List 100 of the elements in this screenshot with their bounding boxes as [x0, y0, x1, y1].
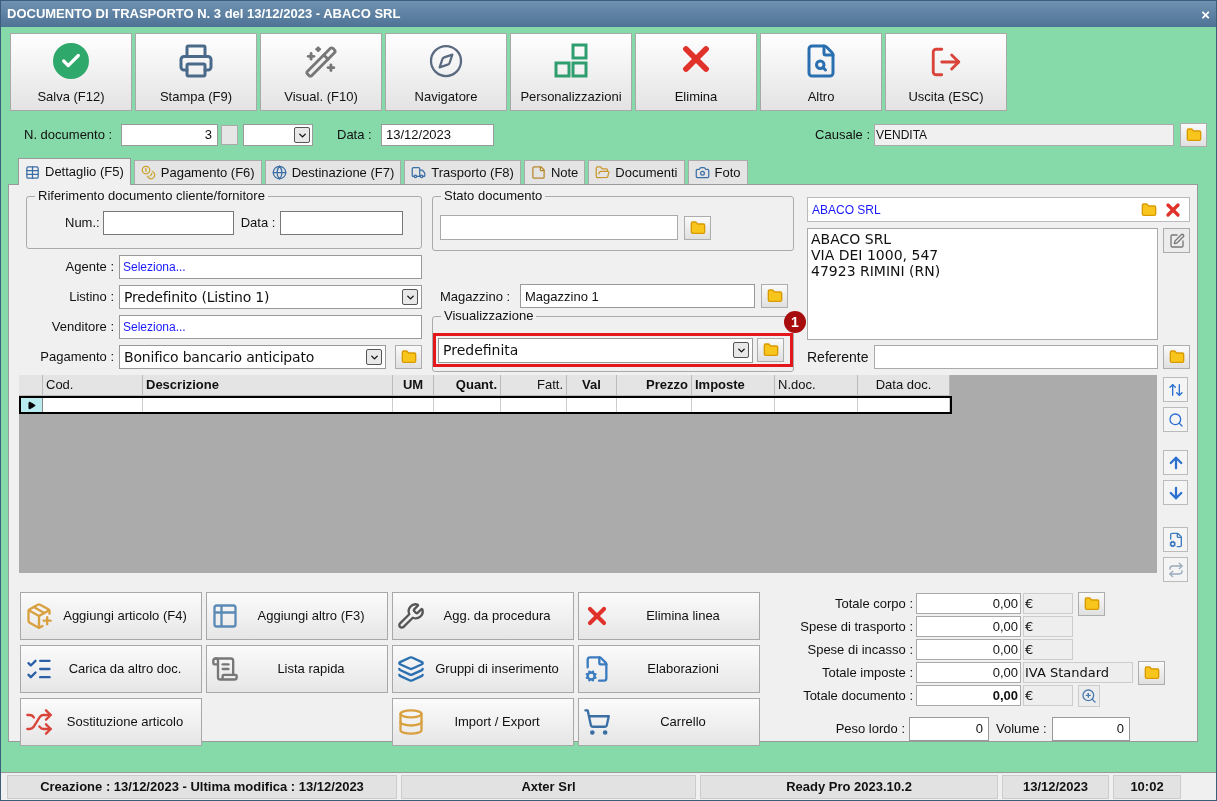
column-header[interactable]: Descrizione — [143, 375, 393, 396]
tab[interactable]: Foto — [687, 160, 748, 184]
status-bar-section: 10:02 — [1113, 774, 1181, 799]
grid-tool-button[interactable] — [1163, 527, 1188, 552]
customer-field[interactable]: ABACO SRL — [807, 197, 1190, 222]
edit-button[interactable] — [1163, 228, 1190, 253]
selection-field[interactable]: Seleziona... — [119, 315, 422, 339]
tab[interactable]: Note — [523, 160, 586, 184]
column-header[interactable]: Prezzo — [617, 375, 692, 396]
selection-field[interactable]: Seleziona... — [119, 255, 422, 279]
folder-button[interactable] — [395, 345, 422, 369]
layers-icon — [397, 655, 425, 683]
field-label: Data : — [240, 213, 276, 232]
status-bar-section: Ready Pro 2023.10.2 — [700, 774, 998, 799]
compass-icon — [428, 42, 464, 79]
zoom-button[interactable] — [1078, 684, 1100, 707]
tab[interactable]: Destinazione (F7) — [264, 160, 402, 184]
total-label: Totale corpo : — [833, 594, 914, 613]
series-dropdown[interactable] — [243, 124, 313, 146]
reference-date-field[interactable] — [280, 210, 404, 235]
repeat-icon — [1167, 561, 1184, 578]
total-field[interactable]: 0,00 — [916, 639, 1021, 660]
unit-field: € — [1023, 616, 1073, 637]
folder-button[interactable] — [761, 284, 788, 309]
warehouse-field[interactable]: Magazzino 1 — [520, 284, 755, 309]
table-icon — [211, 602, 239, 630]
total-label: Totale documento : — [802, 686, 914, 705]
action-button[interactable]: Carrello — [578, 698, 760, 746]
close-button[interactable]: × — [1201, 6, 1210, 22]
causale-field[interactable]: VENDITA — [874, 124, 1174, 146]
tab[interactable]: Pagamento (F6) — [133, 160, 262, 184]
folder-button[interactable] — [1138, 660, 1165, 685]
grid-tool-button[interactable] — [1163, 480, 1188, 505]
column-header[interactable]: Val — [567, 375, 617, 396]
action-button[interactable]: Lista rapida — [206, 645, 388, 693]
folder-icon — [766, 288, 783, 305]
wand-icon — [304, 44, 338, 79]
total-field[interactable]: 0,00 — [916, 662, 1021, 683]
dropdown-field[interactable]: Predefinita — [438, 337, 753, 363]
address-field[interactable]: ABACO SRL VIA DEI 1000, 547 47923 RIMINI (RN) — [807, 228, 1158, 340]
grid-tool-button[interactable] — [1163, 557, 1188, 582]
wrench-icon — [397, 602, 425, 630]
callout-number: 1 — [784, 311, 806, 333]
dropdown-field[interactable]: Bonifico bancario anticipato — [119, 345, 386, 369]
action-button[interactable]: Elimina linea — [578, 592, 760, 640]
total-field[interactable]: 0,00 — [916, 616, 1021, 637]
action-button[interactable]: Sostituzione articolo — [20, 698, 202, 746]
row-header-corner — [19, 375, 43, 396]
action-button[interactable]: Elaborazioni — [578, 645, 760, 693]
folder-button[interactable] — [1180, 123, 1207, 147]
unit-field: € — [1023, 593, 1073, 614]
folder-button[interactable] — [1078, 591, 1105, 616]
total-field[interactable]: 0,00 — [916, 593, 1021, 614]
column-header[interactable]: Data doc. — [858, 375, 950, 396]
toolbar-button[interactable]: Personalizzazioni — [510, 33, 632, 111]
toolbar-button[interactable]: Elimina — [635, 33, 757, 111]
reference-number-field[interactable] — [102, 210, 234, 235]
tab[interactable]: Dettaglio (F5) — [18, 158, 131, 185]
date-field[interactable]: 13/12/2023 — [381, 124, 494, 146]
truck-icon — [411, 165, 427, 180]
total-label: Spese di incasso : — [806, 640, 914, 659]
toolbar-button[interactable]: Stampa (F9) — [135, 33, 257, 111]
total-field[interactable]: 0,00 — [916, 685, 1021, 706]
folder-icon — [1143, 664, 1160, 681]
column-header[interactable]: Cod. — [43, 375, 143, 396]
field-label: Causale : — [815, 126, 870, 145]
folder-button[interactable] — [757, 338, 784, 362]
toolbar-button[interactable]: Salva (F12) — [10, 33, 132, 111]
dropdown-field[interactable]: Predefinito (Listino 1) — [119, 285, 422, 309]
column-header[interactable]: Imposte — [692, 375, 775, 396]
grid-tool-button[interactable] — [1163, 407, 1188, 432]
grid-row[interactable] — [19, 396, 952, 414]
spin-button[interactable] — [221, 125, 238, 145]
status-field[interactable] — [440, 215, 678, 241]
toolbar-button[interactable]: Altro — [760, 33, 882, 111]
folder-button[interactable] — [1163, 345, 1190, 369]
action-button[interactable]: Carica da altro doc. — [20, 645, 202, 693]
volume-field[interactable]: 0 — [1052, 717, 1130, 741]
toolbar-button[interactable]: Navigatore — [385, 33, 507, 111]
grid-tool-button[interactable] — [1163, 377, 1188, 402]
column-header[interactable]: Fatt. — [501, 375, 567, 396]
document-number-field[interactable]: 3 — [121, 124, 218, 146]
tab[interactable]: Documenti — [588, 160, 685, 184]
toolbar-button[interactable]: Visual. (F10) — [260, 33, 382, 111]
database-icon — [397, 708, 425, 736]
contact-field[interactable] — [874, 345, 1158, 369]
column-header[interactable]: Quant. — [434, 375, 501, 396]
column-header[interactable]: N.doc. — [775, 375, 858, 396]
toolbar-button[interactable]: Uscita (ESC) — [885, 33, 1007, 111]
action-button[interactable]: Aggiungi articolo (F4) — [20, 592, 202, 640]
column-header[interactable]: UM — [393, 375, 434, 396]
folder-button[interactable] — [684, 215, 711, 240]
grid-tool-button[interactable] — [1163, 450, 1188, 475]
weight-field[interactable]: 0 — [909, 717, 989, 741]
action-button[interactable]: Gruppi di inserimento — [392, 645, 574, 693]
action-button[interactable]: Agg. da procedura — [392, 592, 574, 640]
action-button[interactable]: Import / Export — [392, 698, 574, 746]
action-button[interactable]: Aggiungi altro (F3) — [206, 592, 388, 640]
tab[interactable]: Trasporto (F8) — [404, 160, 521, 184]
file-gear-icon — [1167, 531, 1184, 548]
